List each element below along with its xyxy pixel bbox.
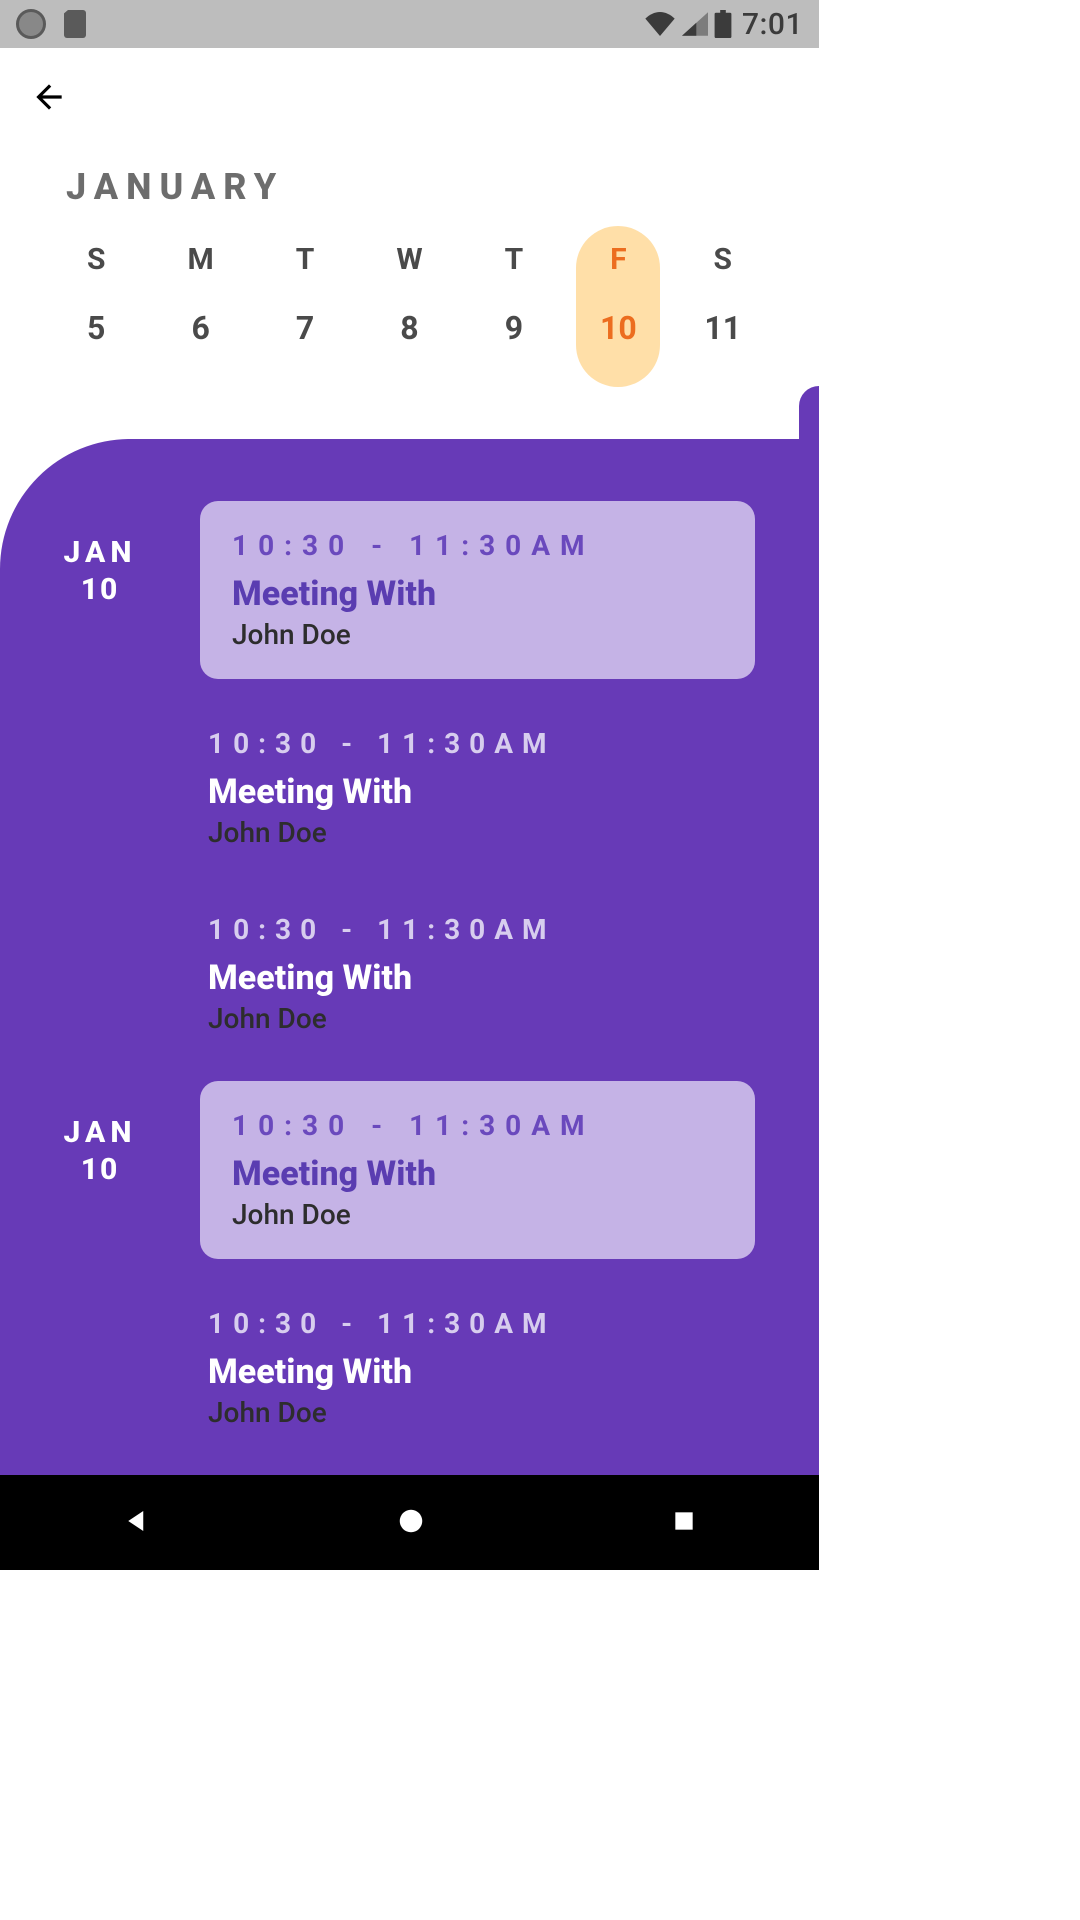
day-column-8[interactable]: W8 <box>367 226 451 371</box>
day-label: T <box>472 242 556 277</box>
day-label: M <box>159 242 243 277</box>
day-column-7[interactable]: T7 <box>263 226 347 371</box>
event-title: Meeting With <box>232 1154 723 1194</box>
camera-circle-icon <box>16 9 46 39</box>
nav-home-icon[interactable] <box>396 1506 426 1540</box>
battery-icon <box>714 10 732 38</box>
event-row: JAN10 10:30 - 11:30AM Meeting With John Doe <box>0 1081 755 1259</box>
back-arrow-icon[interactable] <box>30 101 68 120</box>
day-number: 7 <box>263 309 347 347</box>
day-column-6[interactable]: M6 <box>159 226 243 371</box>
day-number: 9 <box>472 309 556 347</box>
event-row: 10:30 - 11:30AM Meeting With John Doe <box>0 709 755 865</box>
event-person: John Doe <box>208 1396 723 1429</box>
day-number: 5 <box>54 309 138 347</box>
day-column-11[interactable]: S 11 <box>681 226 765 371</box>
week-row-wrapper: S5M6T7W8T9F10S11 <box>0 226 819 439</box>
events-panel-wrapper: JAN1010:30 - 11:30AMMeeting WithJohn Doe… <box>0 439 819 1475</box>
event-card-column: 10:30 - 11:30AM Meeting With John Doe <box>200 895 755 1051</box>
event-date-column: JAN10 <box>0 1081 200 1259</box>
event-date-column <box>0 895 200 1051</box>
day-column-9[interactable]: T9 <box>472 226 556 371</box>
event-card[interactable]: 10:30 - 11:30AM Meeting With John Doe <box>204 895 755 1051</box>
event-row: 10:30 - 11:30AM Meeting With John Doe <box>0 1289 755 1445</box>
event-title: Meeting With <box>232 574 723 614</box>
status-bar: 7:01 <box>0 0 819 48</box>
event-title: Meeting With <box>208 772 723 812</box>
wifi-icon <box>644 12 676 36</box>
event-row: JAN10 10:30 - 11:30AM Meeting With John Doe <box>0 501 755 679</box>
day-label: F <box>576 242 660 277</box>
event-person: John Doe <box>232 1198 723 1231</box>
event-row: 10:30 - 11:30AM Meeting With John Doe <box>0 895 755 1051</box>
event-person: John Doe <box>208 1002 723 1035</box>
day-number: 8 <box>367 309 451 347</box>
event-card-column: 10:30 - 11:30AM Meeting With John Doe <box>200 501 755 679</box>
event-time: 10:30 - 11:30AM <box>232 1109 723 1142</box>
day-number: 6 <box>159 309 243 347</box>
event-date-column <box>0 709 200 865</box>
day-label: T <box>263 242 347 277</box>
event-date-month: JAN <box>0 1115 200 1150</box>
day-label: S <box>681 242 765 277</box>
app-header <box>0 48 819 120</box>
day-number: 10 <box>576 309 660 347</box>
event-time: 10:30 - 11:30AM <box>232 529 723 562</box>
day-column-10[interactable]: F 10 <box>576 226 660 387</box>
day-label: W <box>367 242 451 277</box>
week-row: S5M6T7W8T9F10S11 <box>0 226 819 371</box>
day-column-5[interactable]: S5 <box>54 226 138 371</box>
event-date-day: 10 <box>0 572 200 607</box>
event-card[interactable]: 10:30 - 11:30AM Meeting With John Doe <box>204 709 755 865</box>
android-nav-bar <box>0 1475 819 1570</box>
event-title: Meeting With <box>208 1352 723 1392</box>
nav-back-icon[interactable] <box>122 1506 152 1540</box>
event-date-month: JAN <box>0 535 200 570</box>
event-date-column: JAN10 <box>0 501 200 679</box>
event-card-highlight[interactable]: 10:30 - 11:30AM Meeting With John Doe <box>200 1081 755 1259</box>
status-time: 7:01 <box>742 7 803 42</box>
day-number: 11 <box>681 309 765 347</box>
day-label: S <box>54 242 138 277</box>
events-panel: JAN1010:30 - 11:30AMMeeting WithJohn Doe… <box>0 439 819 1475</box>
event-date-column <box>0 1289 200 1445</box>
cell-signal-icon <box>682 12 708 36</box>
event-person: John Doe <box>208 816 723 849</box>
event-card-column: 10:30 - 11:30AM Meeting With John Doe <box>200 1081 755 1259</box>
nav-recent-icon[interactable] <box>671 1508 697 1538</box>
event-time: 10:30 - 11:30AM <box>208 727 723 760</box>
event-card-column: 10:30 - 11:30AM Meeting With John Doe <box>200 709 755 865</box>
event-title: Meeting With <box>208 958 723 998</box>
sd-card-icon <box>64 10 86 38</box>
event-time: 10:30 - 11:30AM <box>208 1307 723 1340</box>
event-card-column: 10:30 - 11:30AM Meeting With John Doe <box>200 1289 755 1445</box>
event-card[interactable]: 10:30 - 11:30AM Meeting With John Doe <box>204 1289 755 1445</box>
event-time: 10:30 - 11:30AM <box>208 913 723 946</box>
event-card-highlight[interactable]: 10:30 - 11:30AM Meeting With John Doe <box>200 501 755 679</box>
event-date-day: 10 <box>0 1152 200 1187</box>
event-person: John Doe <box>232 618 723 651</box>
month-title: JANUARY <box>0 120 819 226</box>
